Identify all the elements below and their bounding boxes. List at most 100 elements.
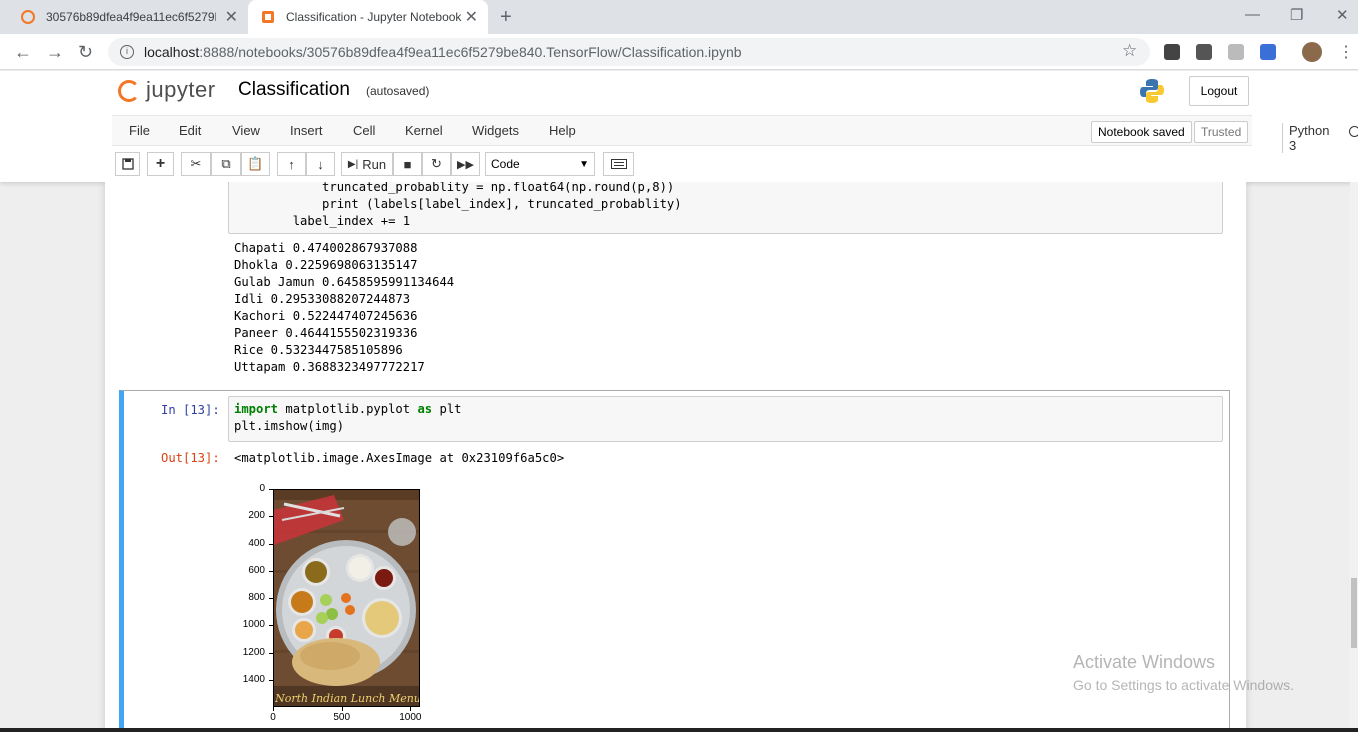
output-line: Gulab Jamun 0.6458595991134644 [234,275,455,289]
kernel-idle-indicator-icon [1349,126,1358,137]
image-caption-text: North Indian Lunch Menu [274,692,420,705]
notebook-menubar: File Edit View Insert Cell Kernel Widget… [112,115,1358,153]
previous-cell-output: Chapati 0.474002867937088 Dhokla 0.22596… [234,240,454,376]
y-tick-label: 1200 [242,646,265,658]
extension-icon[interactable] [1196,44,1212,60]
run-icon: ▶| [347,158,359,170]
output-repr: <matplotlib.image.AxesImage at 0x23109f6… [234,451,565,465]
trusted-indicator[interactable]: Trusted [1194,121,1249,143]
move-up-icon[interactable]: ↑ [277,152,306,176]
x-tick-label: 1000 [399,712,422,723]
menu-file[interactable]: File [129,123,150,138]
page-scrollbar-thumb[interactable] [1351,578,1357,648]
forward-icon[interactable]: → [46,42,64,63]
code-line: label_index += 1 [234,214,411,228]
browser-tabstrip: 30576b89dfea4f9ea11ec6f5279be840 ✕ Class… [0,0,1358,34]
close-tab-icon[interactable]: ✕ [465,7,478,27]
y-tick-mark [269,570,273,572]
jupyter-header: jupyter Classification (autosaved) Logou… [0,71,1358,182]
previous-code-input[interactable]: truncated_probablity = np.float64(np.rou… [228,182,1223,234]
y-tick-mark [269,598,273,599]
notebook-toolbar: + ✂ ⧉ 📋 ↑ ↓ ▶| Run ■ ↻ ▶▶ Code ▼ [112,151,1252,179]
interrupt-icon[interactable]: ■ [393,152,422,176]
command-palette-icon[interactable] [603,152,634,176]
module-alias: plt [439,402,462,416]
x-tick-mark [341,707,343,711]
bookmark-star-icon[interactable]: ☆ [1122,41,1137,61]
zip-extension-icon[interactable] [1260,44,1276,60]
menu-kernel[interactable]: Kernel [405,123,443,138]
y-tick-label: 400 [248,537,265,549]
x-tick-mark [410,707,412,711]
extension-icon[interactable] [1164,44,1180,60]
menu-cell[interactable]: Cell [353,123,375,138]
notebook-name[interactable]: Classification [238,79,350,101]
notebook-scroll-area[interactable]: truncated_probablity = np.float64(np.rou… [0,182,1350,732]
restart-run-all-icon[interactable]: ▶▶ [451,152,480,176]
keyword-import: import [234,402,279,416]
extension-icon[interactable] [1228,44,1244,60]
browser-tab-1[interactable]: 30576b89dfea4f9ea11ec6f5279be840 ✕ [8,0,248,34]
y-tick-mark [269,625,273,627]
y-tick-mark [269,652,273,654]
notebook-container: truncated_probablity = np.float64(np.rou… [105,182,1246,732]
menu-view[interactable]: View [232,123,260,138]
logout-button[interactable]: Logout [1189,76,1249,106]
browser-tab-2[interactable]: Classification - Jupyter Notebook ✕ [248,0,488,34]
notebook-favicon-icon [262,11,274,23]
y-tick-label: 1000 [242,619,265,631]
module-name: matplotlib.pyplot [285,402,411,416]
menu-edit[interactable]: Edit [179,123,201,138]
restart-icon[interactable]: ↻ [422,152,451,176]
close-tab-icon[interactable]: ✕ [225,7,238,27]
cell-type-select[interactable]: Code ▼ [485,152,595,176]
notebook-saved-indicator: Notebook saved [1091,121,1192,143]
paste-icon[interactable]: 📋 [241,152,270,176]
menu-widgets[interactable]: Widgets [472,123,519,138]
reload-icon[interactable]: ↻ [78,42,93,63]
y-tick-mark [269,489,273,490]
cut-icon[interactable]: ✂ [181,152,211,176]
run-button[interactable]: ▶| Run [341,152,393,176]
menu-insert[interactable]: Insert [290,123,323,138]
y-tick-label: 600 [248,564,265,576]
code-line: print (labels[label_index], truncated_pr… [234,197,682,211]
autosave-status: (autosaved) [366,84,430,98]
info-icon[interactable]: i [120,45,134,59]
browser-menu-icon[interactable]: ⋮ [1338,42,1354,62]
address-bar[interactable]: i localhost:8888/notebooks/30576b89dfea4… [108,38,1150,66]
restore-icon[interactable]: ❐ [1290,6,1303,24]
profile-avatar[interactable] [1302,42,1322,62]
output-line: Uttapam 0.3688323497772217 [234,360,425,374]
code-line-2: plt.imshow(img) [234,419,345,433]
output-line: Kachori 0.522447407245636 [234,309,418,323]
page-scrollbar[interactable] [1350,182,1358,732]
chevron-down-icon: ▼ [579,158,589,170]
url-path: :8888/notebooks/30576b89dfea4f9ea11ec6f5… [199,44,742,60]
taskbar-edge [0,728,1358,732]
x-tick-mark [273,707,274,711]
y-tick-mark [269,543,273,545]
menu-help[interactable]: Help [549,123,576,138]
close-window-icon[interactable]: ✕ [1336,6,1349,24]
copy-icon[interactable]: ⧉ [211,152,241,176]
output-line: Dhokla 0.2259698063135147 [234,258,418,272]
code-line: truncated_probablity = np.float64(np.rou… [234,182,675,194]
minimize-icon[interactable]: — [1245,6,1260,23]
move-down-icon[interactable]: ↓ [306,152,335,176]
y-tick-label: 800 [248,592,265,603]
jupyter-logo[interactable]: jupyter [118,77,216,103]
save-icon[interactable] [115,152,140,176]
run-label: Run [362,156,387,172]
new-tab-icon[interactable]: + [500,6,512,29]
input-prompt: In [13]: [161,403,220,417]
code-input[interactable]: import matplotlib.pyplot as plt plt.imsh… [228,396,1223,442]
y-tick-mark [269,516,273,518]
y-tick-mark [269,679,273,681]
tab-title: Classification - Jupyter Notebook [286,10,462,24]
url-host: localhost [144,44,200,60]
back-icon[interactable]: ← [14,42,32,63]
insert-cell-icon[interactable]: + [147,152,174,176]
cell-type-value: Code [491,157,520,171]
output-line: Rice 0.5323447585105896 [234,343,403,357]
